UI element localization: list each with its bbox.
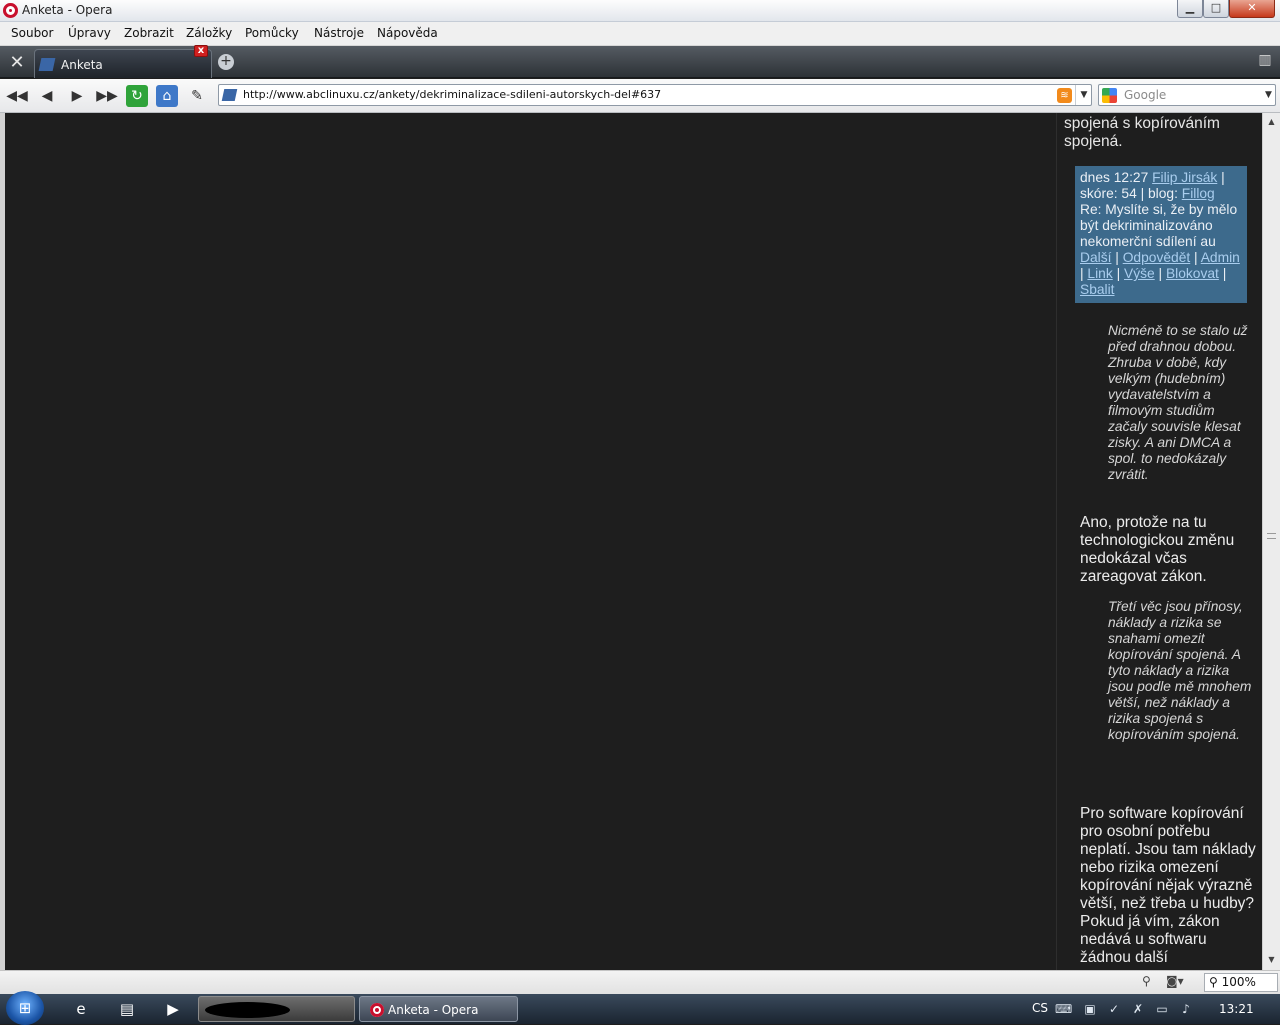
zoom-level: 100% <box>1221 975 1256 989</box>
comment-header: dnes 12:27 Filip Jirsák | skóre: 54 | bl… <box>1075 166 1247 303</box>
security-icon[interactable]: ✓ <box>1107 1002 1121 1016</box>
comment-subject: Re: Myslíte si, že by mělo být dekrimina… <box>1080 202 1238 249</box>
address-dropdown-button[interactable]: ▼ <box>1075 85 1092 105</box>
menu-zalozky[interactable]: Záložky <box>186 26 232 40</box>
quote-block: Třetí věc jsou přínosy, náklady a rizika… <box>1108 599 1252 742</box>
close-window-button[interactable]: ✕ <box>1229 0 1275 18</box>
home-icon[interactable]: ⌂ <box>156 85 178 107</box>
page-viewport: spojená s kopírováním spojená. dnes 12:2… <box>0 113 1262 970</box>
rss-feed-icon[interactable]: ≋ <box>1057 88 1072 103</box>
system-tray: CS ⌨ ▣ ✓ ✗ ▭ ♪ 13:21 <box>1020 994 1280 1024</box>
reply-link[interactable]: Odpovědět <box>1123 250 1191 265</box>
scroll-up-icon[interactable]: ▲ <box>1265 115 1278 129</box>
window-title: Anketa - Opera <box>22 3 113 17</box>
minimize-button[interactable]: ▁ <box>1177 0 1203 18</box>
clock[interactable]: 13:21 <box>1219 1002 1254 1016</box>
folder-icon[interactable]: ▤ <box>116 999 138 1019</box>
display-icon[interactable]: ▭ <box>1155 1002 1169 1016</box>
vertical-scrollbar[interactable]: ▲ ▼ <box>1262 113 1280 970</box>
opera-logo-icon <box>370 1003 384 1017</box>
menu-bar: Soubor Úpravy Zobrazit Záložky Pomůcky N… <box>0 22 1280 46</box>
comment-column: spojená s kopírováním spojená. dnes 12:2… <box>1056 113 1258 970</box>
forward-icon[interactable]: ▶ <box>66 85 88 107</box>
comment-author-link[interactable]: Filip Jirsák <box>1152 170 1217 185</box>
status-bar: ⚲ ◙▾ ⚲ 100% <box>0 970 1280 994</box>
menu-upravy[interactable]: Úpravy <box>68 26 111 40</box>
zoom-search-icon: ⚲ <box>1209 975 1222 989</box>
page-left-edge <box>0 113 5 970</box>
quote-block: Nicméně to se stalo už před drahnou dobo… <box>1108 323 1248 482</box>
admin-link[interactable]: Admin <box>1201 250 1240 265</box>
tab-label: Anketa <box>61 58 103 72</box>
reload-icon[interactable]: ↻ <box>126 85 148 107</box>
search-field[interactable]: Google ▼ <box>1098 84 1276 106</box>
menu-zobrazit[interactable]: Zobrazit <box>124 26 174 40</box>
comment-time: dnes 12:27 <box>1080 170 1149 185</box>
site-favicon-icon <box>221 89 238 101</box>
navigation-bar: ◀◀ ◀ ▶ ▶▶ ↻ ⌂ ✎ http://www.abclinuxu.cz/… <box>0 79 1280 113</box>
opera-window: Anketa - Opera ▁ □ ✕ Soubor Úpravy Zobra… <box>0 0 1280 1025</box>
blog-link[interactable]: Fillog <box>1182 186 1215 201</box>
keyboard-icon[interactable]: ⌨ <box>1055 1002 1072 1016</box>
tab-bar: ✕ Anketa + ▥ <box>0 46 1280 78</box>
redaction-blot <box>205 1002 290 1018</box>
zoom-selector[interactable]: ⚲ 100% <box>1204 973 1278 992</box>
menu-soubor[interactable]: Soubor <box>11 26 53 40</box>
panels-icon[interactable]: ⚲ <box>1142 974 1151 988</box>
collapse-link[interactable]: Sbalit <box>1080 282 1115 297</box>
next-link[interactable]: Další <box>1080 250 1111 265</box>
back-icon[interactable]: ◀ <box>36 85 58 107</box>
taskbar-window-label: Anketa - Opera <box>388 1003 479 1017</box>
block-link[interactable]: Blokovat <box>1166 266 1219 281</box>
address-url[interactable]: http://www.abclinuxu.cz/ankety/dekrimina… <box>243 88 661 101</box>
camera-icon[interactable]: ◙▾ <box>1166 974 1184 988</box>
close-tab-button[interactable]: x <box>194 45 208 57</box>
tab-anketa[interactable]: Anketa <box>34 49 212 78</box>
network-error-icon[interactable]: ✗ <box>1131 1002 1145 1016</box>
google-icon <box>1102 88 1117 103</box>
opera-logo-icon <box>3 3 18 18</box>
edit-pen-icon[interactable]: ✎ <box>186 85 208 107</box>
windows-icon[interactable]: ▣ <box>1083 1002 1097 1016</box>
media-player-icon[interactable]: ▶ <box>162 999 184 1019</box>
site-favicon-icon <box>38 58 56 71</box>
comment-score: skóre: 54 | blog: <box>1080 186 1178 201</box>
title-bar: Anketa - Opera ▁ □ ✕ <box>0 0 1280 22</box>
scroll-thumb-grip[interactable] <box>1267 533 1276 539</box>
search-placeholder[interactable]: Google <box>1124 88 1166 102</box>
new-tab-button[interactable]: + <box>218 54 234 70</box>
volume-icon[interactable]: ♪ <box>1179 1002 1193 1016</box>
address-bar[interactable]: http://www.abclinuxu.cz/ankety/dekrimina… <box>218 84 1092 106</box>
start-button[interactable]: ⊞ <box>6 991 44 1025</box>
windows-taskbar: ⊞ e ▤ ▶ Anketa - Opera CS ⌨ ▣ ✓ ✗ ▭ ♪ 13… <box>0 991 1280 1025</box>
rewind-icon[interactable]: ◀◀ <box>6 85 28 107</box>
fast-forward-icon[interactable]: ▶▶ <box>96 85 118 107</box>
trash-icon[interactable]: ▥ <box>1257 52 1273 70</box>
previous-comment-text: spojená s kopírováním spojená. <box>1064 115 1220 150</box>
permalink-link[interactable]: Link <box>1087 266 1112 281</box>
language-indicator[interactable]: CS <box>1032 1001 1048 1015</box>
scroll-down-icon[interactable]: ▼ <box>1265 953 1278 967</box>
internet-explorer-icon[interactable]: e <box>70 999 92 1019</box>
taskbar-window-redacted[interactable] <box>198 996 355 1022</box>
maximize-button[interactable]: □ <box>1203 0 1229 18</box>
search-engine-dropdown[interactable]: ▼ <box>1261 85 1276 105</box>
menu-nastroje[interactable]: Nástroje <box>314 26 364 40</box>
tools-menu-icon[interactable]: ✕ <box>6 52 28 74</box>
comment-paragraph: Ano, protože na tu technologickou změnu … <box>1080 514 1235 585</box>
taskbar-window-opera[interactable]: Anketa - Opera <box>359 996 518 1022</box>
parent-link[interactable]: Výše <box>1124 266 1155 281</box>
comment-paragraph: Pro software kopírování pro osobní potře… <box>1080 805 1256 966</box>
menu-pomucky[interactable]: Pomůcky <box>245 26 299 40</box>
menu-napoveda[interactable]: Nápověda <box>377 26 438 40</box>
